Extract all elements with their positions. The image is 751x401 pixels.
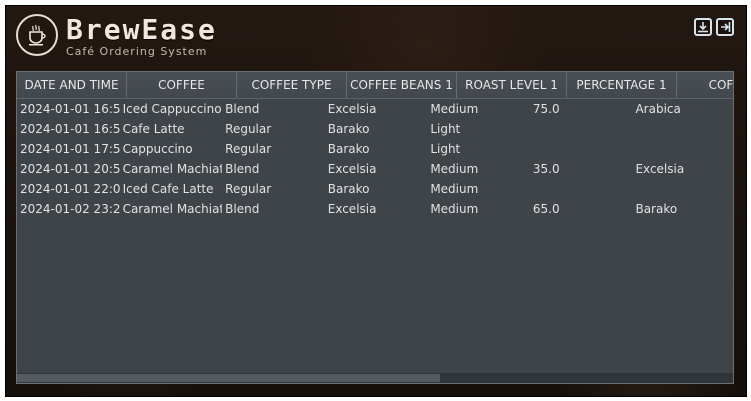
column-header-coffee[interactable]: COFFEE: [127, 72, 237, 98]
table-row[interactable]: 2024-01-01 22:06:29 Iced Cafe Latte Regu…: [17, 179, 733, 199]
table-row[interactable]: 2024-01-01 20:59:51 Caramel Machiato Ble…: [17, 159, 733, 179]
cell-coffee-beans-2: [632, 119, 733, 139]
cell-coffee: Caramel Machiato: [122, 162, 223, 176]
cell-coffee-beans-1: Excelsia: [327, 202, 377, 216]
table-row[interactable]: 2024-01-02 23:21:31 Caramel Machiato Ble…: [17, 199, 733, 219]
orders-table: DATE AND TIME COFFEE COFFEE TYPE COFFEE …: [16, 71, 734, 384]
column-header-roast-level-1[interactable]: ROAST LEVEL 1: [457, 72, 567, 98]
cell-percentage-1: 35.0: [532, 162, 560, 176]
table-row[interactable]: 2024-01-01 17:59:05 Cappuccino Regular B…: [17, 139, 733, 159]
cell-percentage-1: [530, 179, 633, 199]
cell-roast-level-1: Medium: [430, 182, 479, 196]
table-row[interactable]: 2024-01-01 16:53:24 Cafe Latte Regular B…: [17, 119, 733, 139]
cell-coffee-beans-2: [632, 179, 733, 199]
cell-roast-level-1: Medium: [430, 102, 479, 116]
app-window: BrewEase Café Ordering System DATE AND T…: [6, 6, 746, 396]
cell-coffee-beans-2: [632, 139, 733, 159]
cell-date-time: 2024-01-01 16:51:19: [20, 102, 120, 116]
cell-coffee: Cappuccino: [122, 142, 193, 156]
cell-date-time: 2024-01-01 16:53:24: [20, 122, 120, 136]
cell-coffee-beans-2: Arabica: [635, 102, 681, 116]
coffee-cup-logo-icon: [16, 14, 58, 56]
cell-percentage-1: [530, 139, 633, 159]
horizontal-scrollbar[interactable]: [17, 373, 733, 383]
cell-coffee-beans-1: Barako: [327, 122, 370, 136]
column-header-coffee-beans-1[interactable]: COFFEE BEANS 1: [347, 72, 457, 98]
brand-header: BrewEase Café Ordering System: [16, 14, 217, 57]
column-header-coffee-beans-2[interactable]: COFFEE: [677, 72, 733, 98]
cell-coffee-beans-1: Excelsia: [327, 162, 377, 176]
cell-date-time: 2024-01-02 23:21:31: [20, 202, 120, 216]
app-title: BrewEase: [66, 13, 217, 46]
cell-roast-level-1: Light: [430, 142, 461, 156]
column-header-coffee-type[interactable]: COFFEE TYPE: [237, 72, 347, 98]
cell-date-time: 2024-01-01 22:06:29: [20, 182, 120, 196]
cell-coffee-beans-1: Barako: [327, 142, 370, 156]
cell-coffee-beans-1: Barako: [327, 182, 370, 196]
cell-percentage-1: [530, 119, 633, 139]
cell-date-time: 2024-01-01 20:59:51: [20, 162, 120, 176]
column-header-percentage-1[interactable]: PERCENTAGE 1: [567, 72, 677, 98]
cell-coffee-beans-2: Excelsia: [635, 162, 685, 176]
cell-coffee: Cafe Latte: [122, 122, 185, 136]
logout-icon[interactable]: [716, 18, 734, 36]
cell-coffee: Caramel Machiato: [122, 202, 223, 216]
cell-roast-level-1: Light: [430, 122, 461, 136]
column-header-date-and-time[interactable]: DATE AND TIME: [17, 72, 127, 98]
cell-roast-level-1: Medium: [430, 162, 479, 176]
download-icon[interactable]: [694, 18, 712, 36]
cell-percentage-1: 65.0: [532, 202, 560, 216]
table-header: DATE AND TIME COFFEE COFFEE TYPE COFFEE …: [17, 72, 733, 99]
cell-coffee-type: Regular: [225, 142, 272, 156]
cell-coffee-type: Regular: [225, 122, 272, 136]
cell-coffee: Iced Cafe Latte: [122, 182, 214, 196]
app-subtitle: Café Ordering System: [66, 45, 208, 58]
cell-roast-level-1: Medium: [430, 202, 479, 216]
cell-coffee-type: Blend: [225, 162, 260, 176]
cell-date-time: 2024-01-01 17:59:05: [20, 142, 120, 156]
table-row[interactable]: 2024-01-01 16:51:19 Iced Cappuccino Blen…: [17, 99, 733, 119]
horizontal-scrollbar-thumb[interactable]: [17, 374, 440, 382]
cell-coffee-type: Blend: [225, 102, 260, 116]
cell-percentage-1: 75.0: [532, 102, 560, 116]
cell-coffee-beans-2: Barako: [635, 202, 678, 216]
cell-coffee: Iced Cappuccino: [122, 102, 222, 116]
cell-coffee-beans-1: Excelsia: [327, 102, 377, 116]
cell-coffee-type: Blend: [225, 202, 260, 216]
table-body: 2024-01-01 16:51:19 Iced Cappuccino Blen…: [17, 99, 733, 219]
toolbar: [694, 18, 734, 36]
cell-coffee-type: Regular: [225, 182, 272, 196]
